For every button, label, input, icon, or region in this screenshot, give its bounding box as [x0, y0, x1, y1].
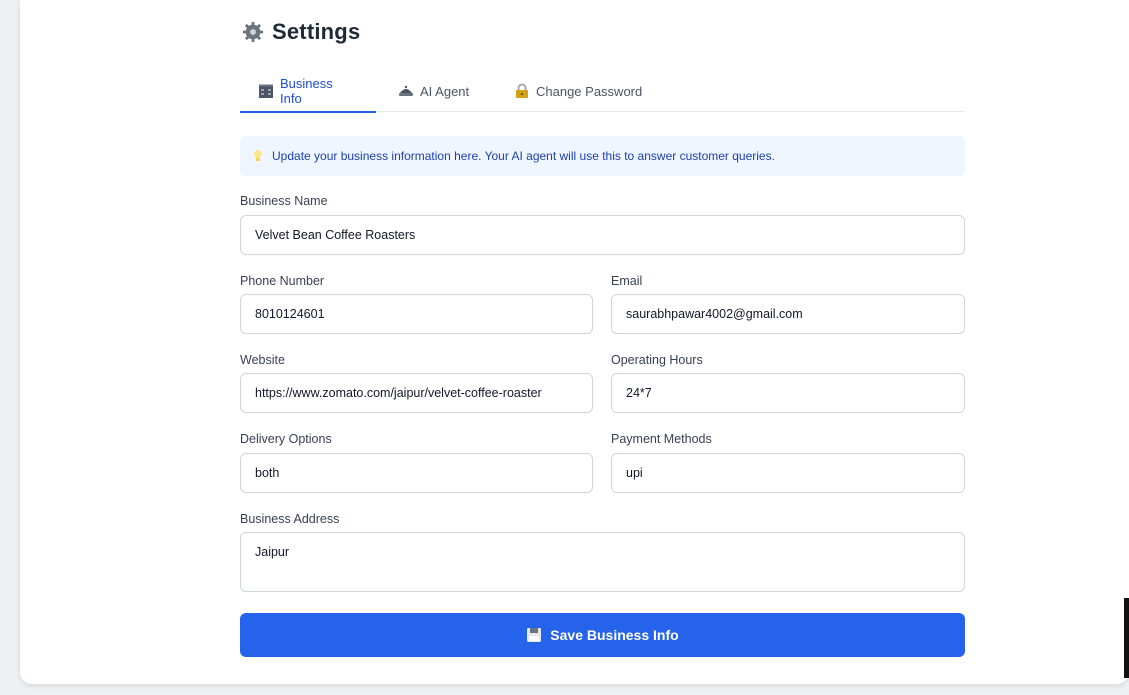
building-icon [258, 84, 273, 98]
page-title: Settings [272, 19, 361, 44]
save-button-label: Save Business Info [550, 627, 679, 643]
phone-number-input[interactable]: 8010124601 [240, 294, 593, 334]
robot-icon [399, 85, 413, 96]
tab-business-info-label: Business Info [279, 76, 333, 106]
payment-methods-input[interactable]: upi [611, 453, 965, 493]
delivery-options-label: Delivery Options [240, 432, 332, 446]
delivery-options-input[interactable]: both [240, 453, 593, 493]
phone-number-label: Phone Number [240, 274, 325, 288]
operating-hours-label: Operating Hours [611, 353, 703, 367]
settings-card: Settings Business Info AI Agent Change P… [20, 0, 1129, 684]
save-business-info-button[interactable]: Save Business Info [240, 613, 965, 657]
tab-business-info[interactable]: Business Info [240, 70, 376, 113]
settings-tabs: Business Info AI Agent Change Password [240, 70, 965, 113]
website-input[interactable]: https://www.zomato.com/jaipur/velvet-cof… [240, 373, 593, 413]
window-edge [1124, 598, 1129, 678]
website-label: Website [240, 353, 285, 367]
business-address-label: Business Address [240, 512, 340, 526]
payment-methods-label: Payment Methods [611, 432, 712, 446]
gear-icon [242, 21, 264, 43]
tab-ai-agent[interactable]: AI Agent [380, 70, 487, 112]
business-address-textarea[interactable]: Jaipur [240, 532, 965, 592]
email-input[interactable]: saurabhpawar4002@gmail.com [611, 294, 965, 334]
tab-change-password[interactable]: Change Password [496, 70, 660, 112]
info-banner-text: Update your business information here. Y… [272, 149, 775, 163]
tab-change-password-label: Change Password [536, 83, 643, 99]
business-name-label: Business Name [240, 194, 328, 208]
business-name-input[interactable]: Velvet Bean Coffee Roasters [240, 215, 965, 255]
floppy-disk-icon [527, 628, 542, 642]
info-banner: Update your business information here. Y… [240, 136, 965, 176]
lightbulb-icon [254, 150, 262, 161]
page-header: Settings [242, 19, 360, 45]
operating-hours-input[interactable]: 24*7 [611, 373, 965, 413]
lock-icon [516, 83, 528, 98]
tab-ai-agent-label: AI Agent [420, 83, 470, 99]
email-label: Email [611, 274, 643, 288]
